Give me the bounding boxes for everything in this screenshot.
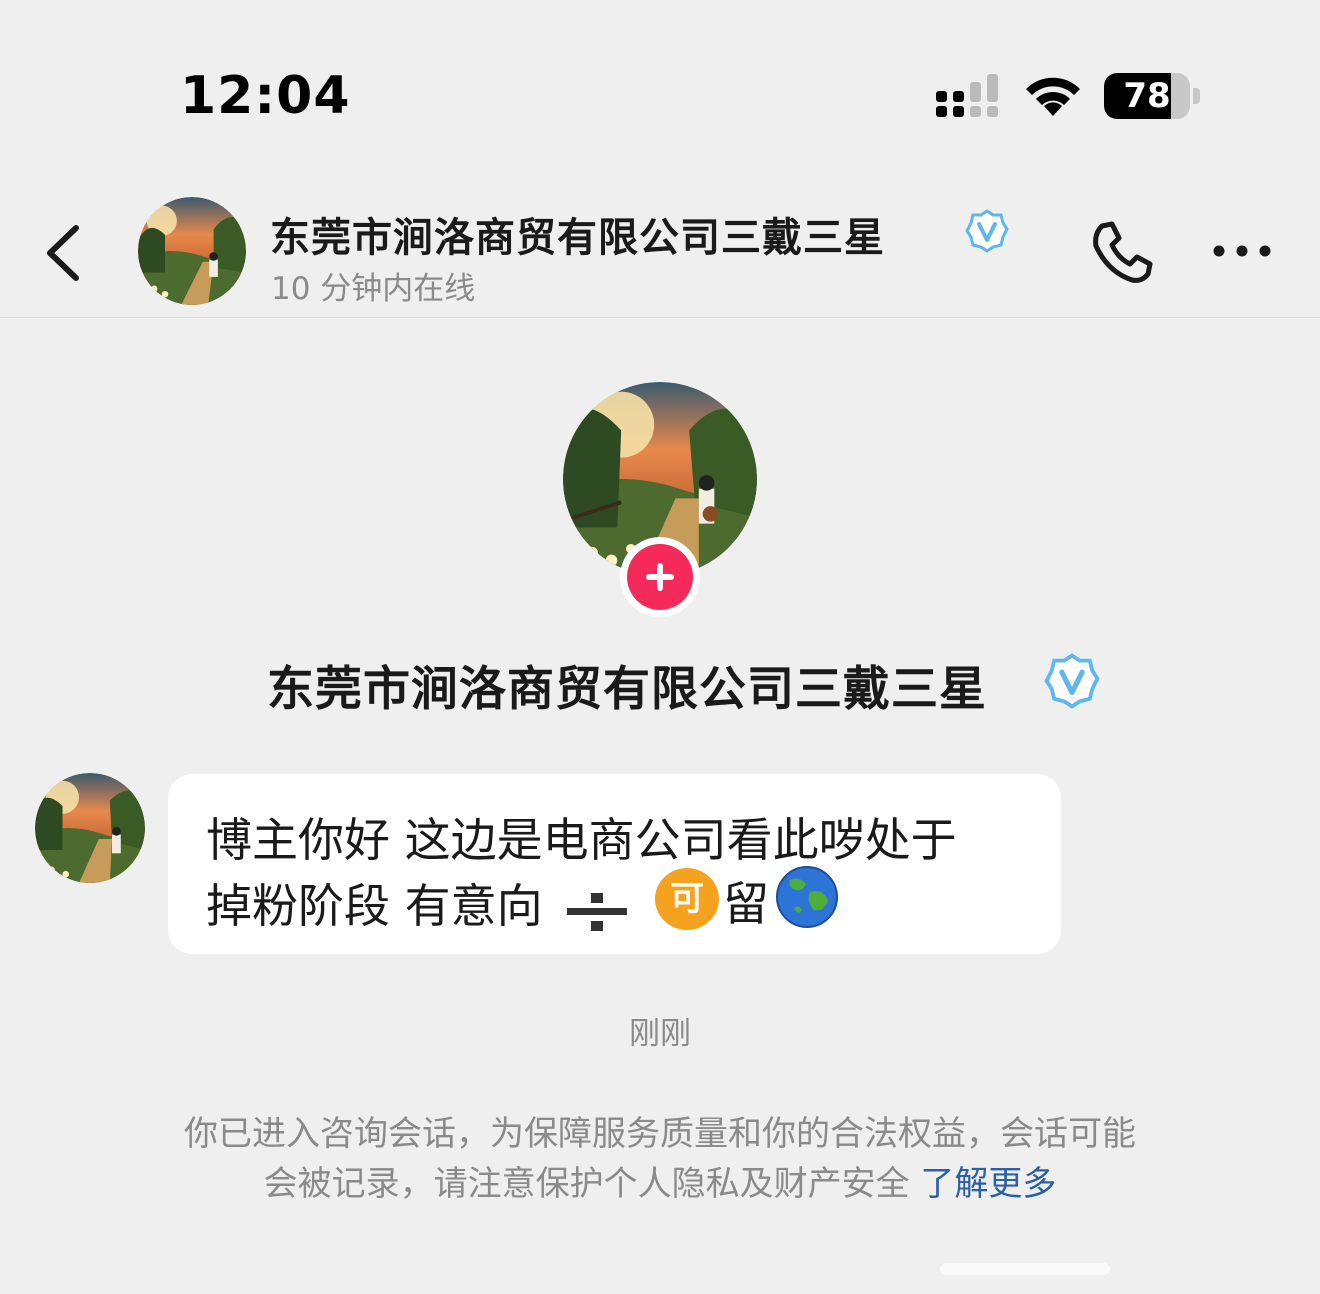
sender-avatar[interactable] — [35, 773, 145, 883]
follow-button[interactable] — [620, 537, 700, 617]
profile-name: 东莞市涧洛商贸有限公司三戴三星 — [267, 662, 987, 717]
privacy-notice: 你已进入咨询会话，为保障服务质量和你的合法权益，会话可能 — [184, 1114, 1136, 1154]
divide-sign-icon — [567, 893, 627, 931]
phone-icon[interactable] — [1088, 220, 1158, 286]
privacy-notice-text: 会被记录，请注意保护个人隐私及财产安全 — [263, 1164, 910, 1204]
plus-icon — [646, 563, 674, 591]
header-divider — [0, 317, 1320, 318]
globe-icon — [776, 866, 838, 928]
more-icon[interactable] — [1210, 240, 1274, 262]
chevron-left-icon[interactable] — [40, 218, 90, 288]
cellular-signal-icon — [936, 74, 998, 117]
learn-more-link[interactable]: 了解更多 — [920, 1164, 1056, 1204]
privacy-notice-line2: 会被记录，请注意保护个人隐私及财产安全 了解更多 — [0, 1156, 1320, 1205]
battery-indicator: 78 — [1104, 73, 1200, 121]
conversation-title: 东莞市涧洛商贸有限公司三戴三星 — [270, 215, 885, 261]
wifi-icon — [1026, 77, 1080, 116]
verified-badge-icon — [965, 209, 1009, 253]
home-indicator[interactable] — [940, 1263, 1110, 1275]
message-line: 博主你好 这边是电商公司看此哕处于 — [206, 813, 957, 867]
battery-level: 78 — [1123, 76, 1171, 116]
message-tail-char: 留 — [723, 877, 769, 931]
emoji-badge: 可 — [655, 868, 719, 930]
status-time: 12:04 — [180, 66, 351, 126]
message-line: 掉粉阶段 有意向 — [206, 879, 543, 933]
online-status: 10 分钟内在线 — [271, 271, 476, 307]
avatar[interactable] — [138, 197, 246, 305]
verified-badge-icon — [1044, 653, 1100, 709]
message-timestamp: 刚刚 — [629, 1016, 691, 1052]
